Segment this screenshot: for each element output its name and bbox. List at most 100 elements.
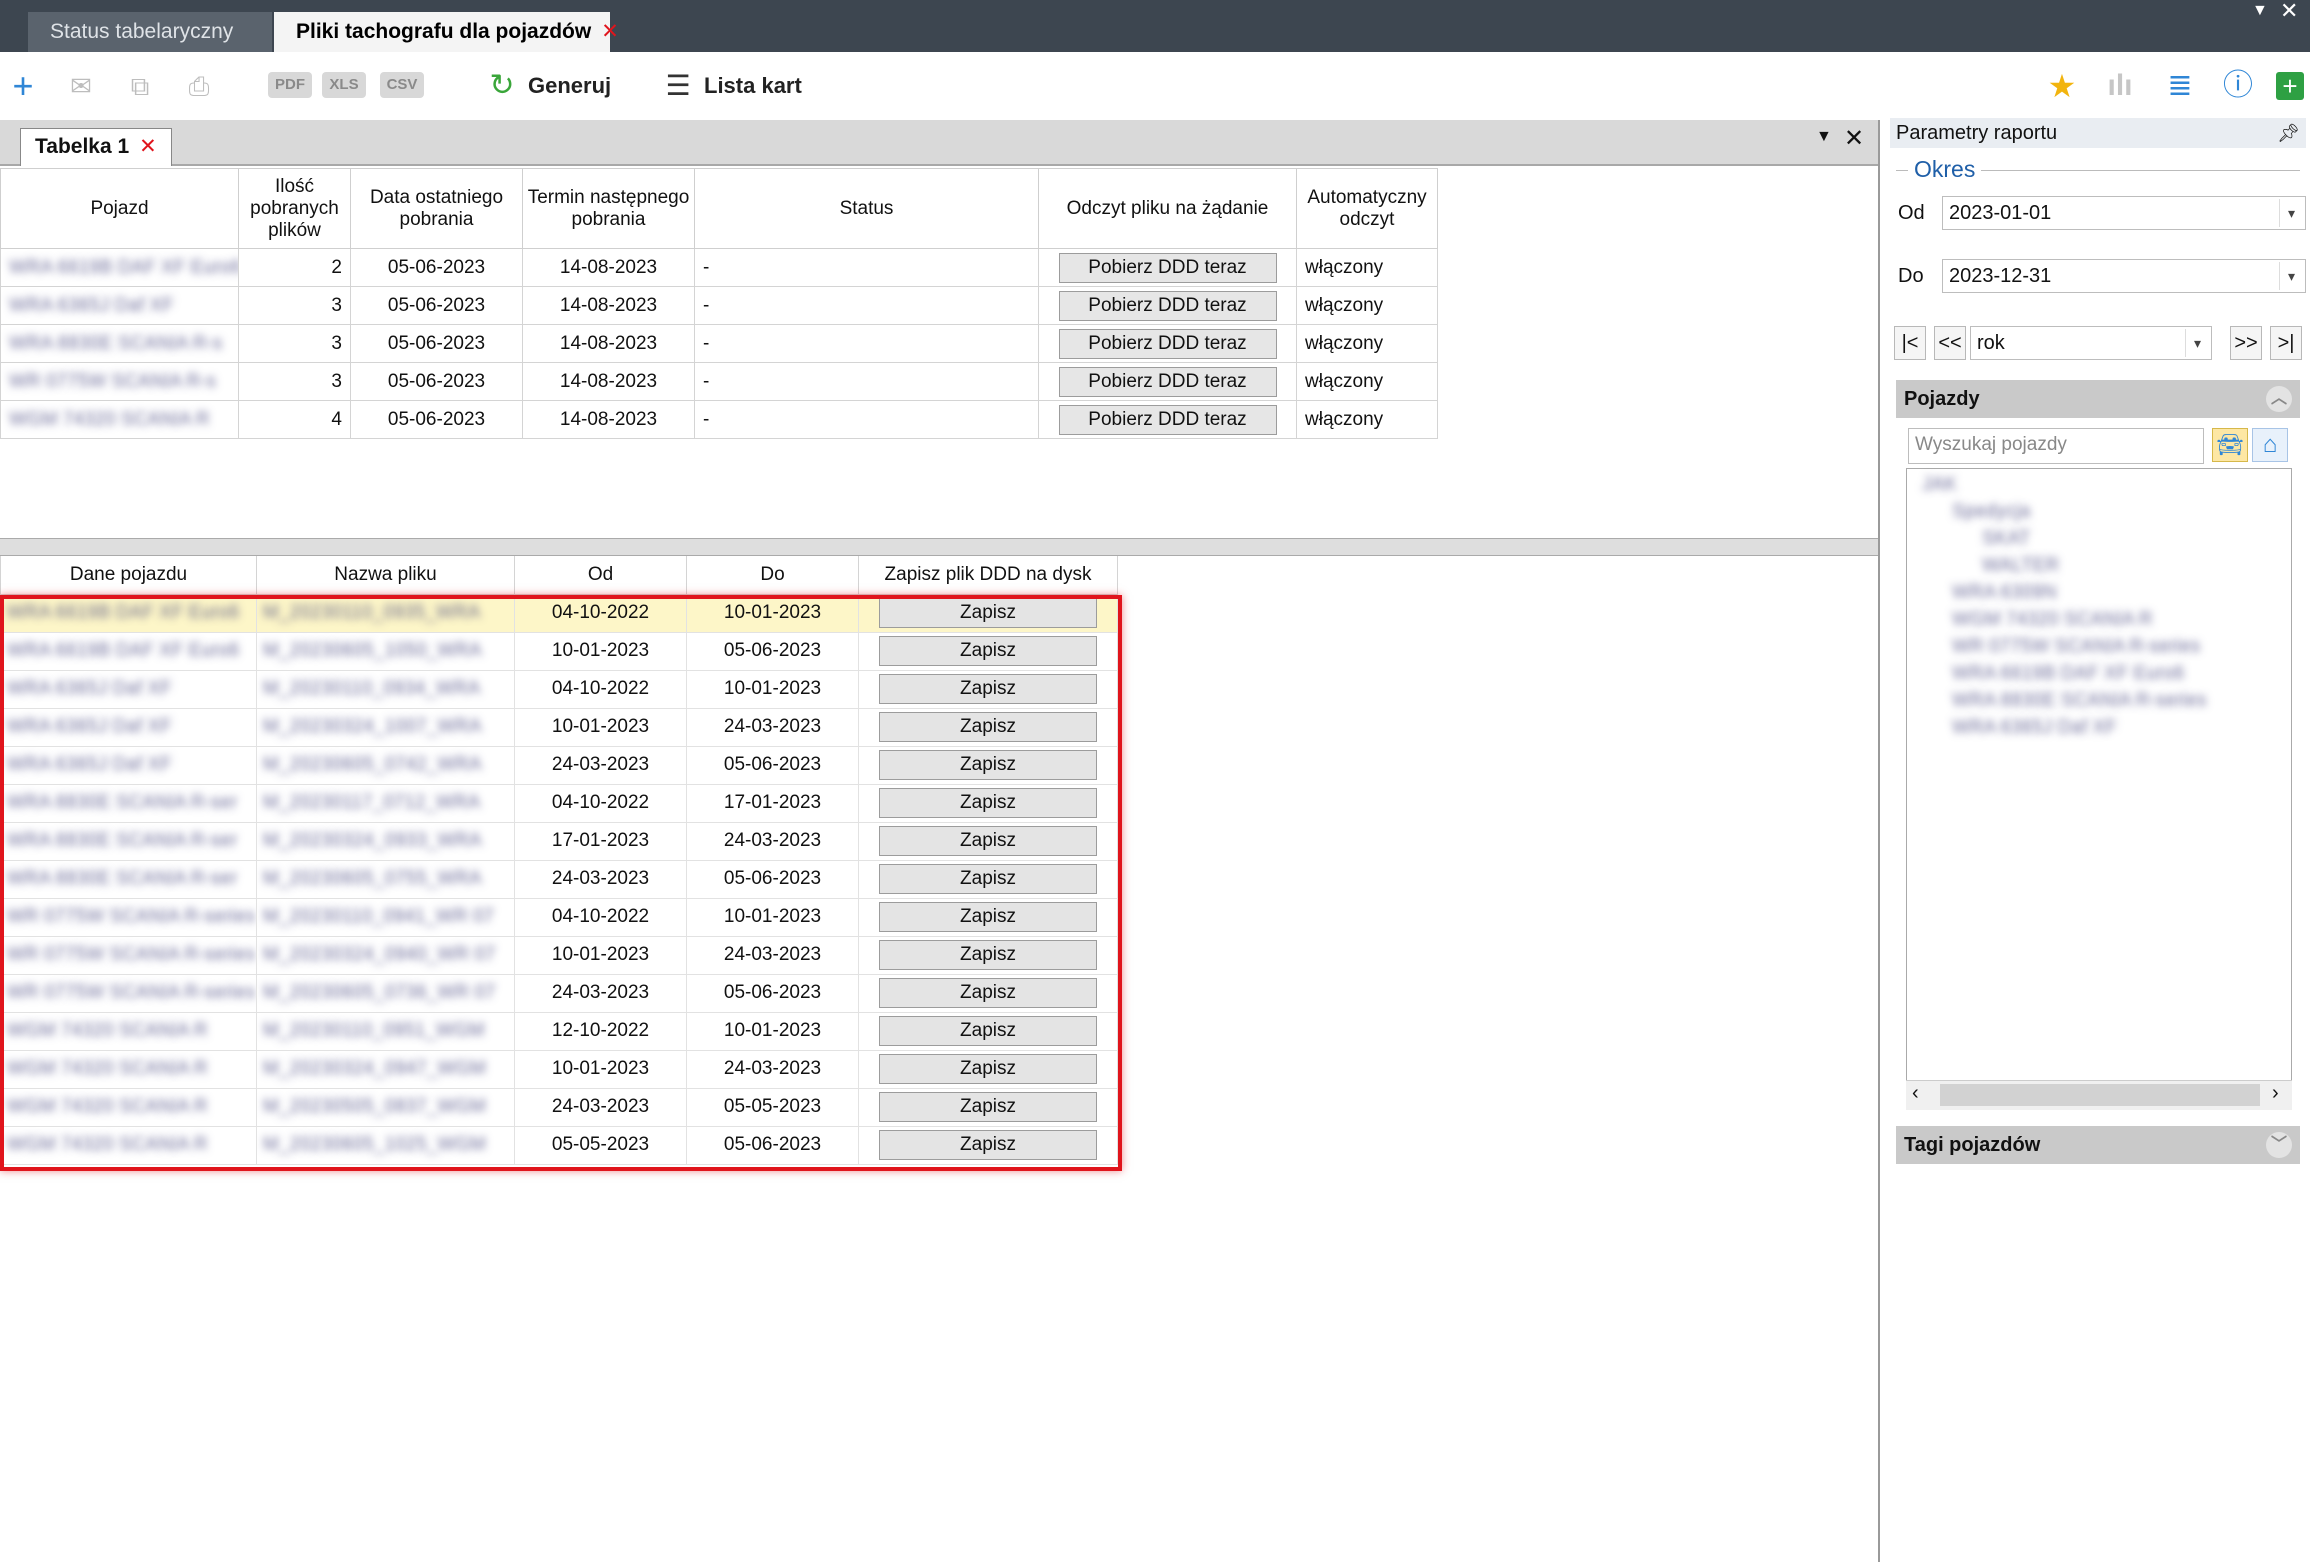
window-menu-icon[interactable]: ▼ — [2252, 2, 2268, 20]
status-cell: - — [694, 248, 1039, 287]
tree-item[interactable]: Spedycja — [1952, 501, 2030, 523]
tree-item[interactable]: WR 0775W SCANIA R-series — [1952, 636, 2200, 658]
app-tab-status[interactable]: Status tabelaryczny — [28, 12, 272, 52]
column-header[interactable]: Pojazd — [0, 168, 239, 249]
tree-item[interactable]: JAK — [1922, 474, 1957, 496]
info-icon[interactable]: ⓘ — [2220, 70, 2256, 102]
files-count-cell: 4 — [238, 400, 351, 439]
status-cell: - — [694, 400, 1039, 439]
pin-icon[interactable]: 📌︎ — [2277, 118, 2300, 148]
close-panel-icon[interactable]: ✕ — [1844, 124, 1864, 153]
refresh-icon[interactable]: ↻ — [486, 70, 518, 102]
first-period-button[interactable]: |< — [1894, 326, 1926, 360]
vehicle-cell: WRA 6619B DAF XF Euro6 — [0, 248, 239, 287]
export-csv-button[interactable]: CSV — [380, 72, 424, 98]
download-ddd-button[interactable]: Pobierz DDD teraz — [1058, 252, 1277, 283]
column-header[interactable]: Dane pojazdu — [0, 556, 257, 595]
column-header[interactable]: Automatyczny odczyt — [1296, 168, 1438, 249]
next-download-cell: 14-08-2023 — [522, 286, 695, 325]
download-cell: Pobierz DDD teraz — [1038, 248, 1297, 287]
card-list-button[interactable]: Lista kart — [704, 68, 802, 104]
range-select[interactable]: rok ▾ — [1970, 326, 2212, 360]
vehicles-download-table: Pojazd Ilość pobranych plików Data ostat… — [0, 168, 1438, 439]
list-icon[interactable]: ☰ — [662, 70, 694, 102]
scroll-right-icon[interactable]: › — [2272, 1082, 2279, 1105]
collapse-icon[interactable]: ︿ — [2266, 386, 2292, 412]
prev-period-button[interactable]: << — [1934, 326, 1966, 360]
vehicle-cell: WR 0775W SCANIA R-s — [0, 362, 239, 401]
add-icon[interactable]: + — [6, 68, 40, 104]
scroll-left-icon[interactable]: ‹ — [1912, 1082, 1919, 1105]
vehicles-section-header[interactable]: Pojazdy ︿ — [1896, 380, 2300, 418]
tree-item[interactable]: WRA 8830E SCANIA R-series — [1952, 690, 2206, 712]
chart-icon[interactable]: ılı — [2102, 70, 2138, 102]
chevron-down-icon[interactable]: ▾ — [2279, 199, 2303, 227]
status-cell: - — [694, 362, 1039, 401]
chevron-down-icon[interactable]: ▾ — [2279, 262, 2303, 290]
table-row[interactable]: WRA 6365J Daf XF 3 05-06-2023 14-08-2023- Po… — [0, 286, 1438, 325]
files-count-cell: 2 — [238, 248, 351, 287]
download-cell: Pobierz DDD teraz — [1038, 324, 1297, 363]
vehicle-tree[interactable] — [1906, 468, 2292, 1110]
window-close-icon[interactable]: ✕ — [2280, 0, 2298, 24]
download-ddd-button[interactable]: Pobierz DDD teraz — [1058, 328, 1277, 359]
column-header[interactable]: Do — [686, 556, 859, 595]
app-tab-label: Pliki tachografu dla pojazdów — [296, 20, 592, 43]
column-header[interactable]: Termin następnego pobrania — [522, 168, 695, 249]
table-row[interactable]: WGM 74320 SCANIA R 4 05-06-2023 14-08-2023-… — [0, 400, 1438, 439]
table-row[interactable]: WR 0775W SCANIA R-s 3 05-06-2023 14-08-2023… — [0, 362, 1438, 401]
column-header[interactable]: Status — [694, 168, 1039, 249]
download-ddd-button[interactable]: Pobierz DDD teraz — [1058, 366, 1277, 397]
date-to-field[interactable]: 2023-12-31 ▾ — [1942, 259, 2306, 293]
vehicle-tags-section-header[interactable]: Tagi pojazdów ﹀ — [1896, 1126, 2300, 1164]
tree-item[interactable]: WGM 74320 SCANIA R — [1952, 609, 2153, 631]
expand-icon[interactable]: ﹀ — [2266, 1132, 2292, 1158]
print-icon[interactable]: ⎙ — [182, 70, 216, 102]
files-count-cell: 3 — [238, 286, 351, 325]
star-icon[interactable]: ★ — [2044, 70, 2080, 102]
home-icon[interactable]: ⌂ — [2252, 428, 2288, 462]
next-period-button[interactable]: >> — [2230, 326, 2262, 360]
column-header[interactable]: Odczyt pliku na żądanie — [1038, 168, 1297, 249]
date-from-field[interactable]: 2023-01-01 ▾ — [1942, 196, 2306, 230]
app-tab-tachograph-files[interactable]: Pliki tachografu dla pojazdów ✕ — [274, 12, 619, 52]
last-download-cell: 05-06-2023 — [350, 324, 523, 363]
mail-icon[interactable]: ✉ — [64, 70, 98, 102]
close-tab-icon[interactable]: ✕ — [601, 20, 619, 43]
generate-button[interactable]: Generuj — [528, 68, 611, 104]
scrollbar-thumb[interactable] — [1940, 1084, 2260, 1106]
vehicle-cell: WRA 6365J Daf XF — [0, 286, 239, 325]
column-header[interactable]: Od — [514, 556, 687, 595]
tab-tabelka-1[interactable]: Tabelka 1 ✕ — [20, 128, 172, 166]
tree-item[interactable]: WRA 6619B DAF XF Euro6 — [1952, 663, 2184, 685]
close-tab-icon[interactable]: ✕ — [139, 135, 157, 158]
tree-item[interactable]: SKAT — [1982, 528, 2030, 550]
column-header[interactable]: Data ostatniego pobrania — [350, 168, 523, 249]
export-xls-button[interactable]: XLS — [322, 72, 366, 98]
splitter[interactable] — [0, 538, 1878, 556]
files-count-cell: 3 — [238, 324, 351, 363]
vehicle-filter-icon[interactable]: 🚘︎ — [2212, 428, 2248, 462]
column-header[interactable]: Nazwa pliku — [256, 556, 515, 595]
export-pdf-button[interactable]: PDF — [268, 72, 312, 98]
tab-menu-icon[interactable]: ▼ — [1816, 128, 1832, 146]
tree-item[interactable]: WRA 6309N — [1952, 582, 2057, 604]
tree-item[interactable]: WRA 6365J Daf XF — [1952, 717, 2117, 739]
params-title: Parametry raportu 📌︎ — [1890, 118, 2306, 148]
download-ddd-button[interactable]: Pobierz DDD teraz — [1058, 290, 1277, 321]
download-ddd-button[interactable]: Pobierz DDD teraz — [1058, 404, 1277, 435]
status-cell: - — [694, 286, 1039, 325]
tree-item[interactable]: WALTER — [1982, 555, 2059, 577]
column-header[interactable]: Ilość pobranych plików — [238, 168, 351, 249]
last-download-cell: 05-06-2023 — [350, 362, 523, 401]
lines-icon[interactable]: ≣ — [2162, 70, 2198, 102]
table-row[interactable]: WRA 6619B DAF XF Euro6 2 05-06-2023 14-08-2… — [0, 248, 1438, 287]
auto-read-cell: włączony — [1296, 362, 1438, 401]
chevron-down-icon[interactable]: ▾ — [2185, 329, 2209, 357]
copy-icon[interactable]: ⧉ — [120, 70, 160, 102]
column-header[interactable]: Zapisz plik DDD na dysk — [858, 556, 1118, 595]
vehicle-search-input[interactable]: Wyszukaj pojazdy — [1908, 428, 2204, 464]
table-row[interactable]: WRA 8830E SCANIA R-s 3 05-06-2023 14-08-202… — [0, 324, 1438, 363]
add-green-icon[interactable]: + — [2276, 72, 2304, 100]
last-period-button[interactable]: >| — [2270, 326, 2302, 360]
